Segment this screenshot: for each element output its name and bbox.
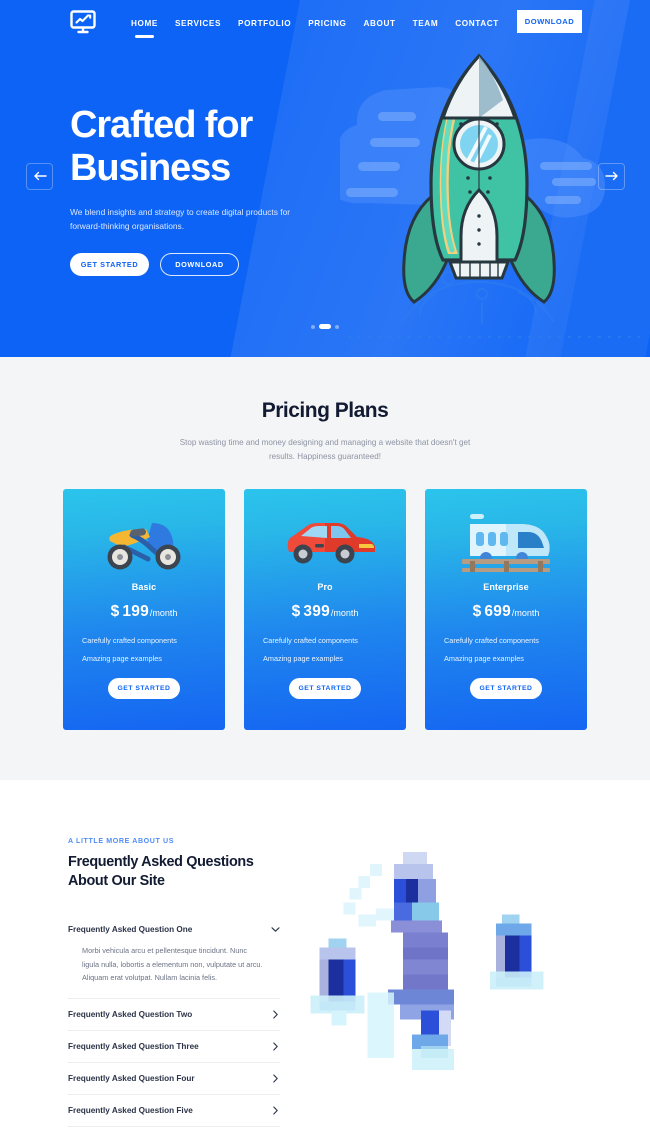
- faq-heading-line1: Frequently Asked Questions: [68, 854, 254, 870]
- plan-price: $ 699 /month: [473, 603, 540, 621]
- motorcycle-icon: [96, 510, 192, 576]
- hero-title-line2: Business: [70, 146, 231, 189]
- faq-heading: Frequently Asked Questions About Our Sit…: [68, 853, 280, 891]
- pricing-card-enterprise[interactable]: Enterprise $ 699 /month Carefully crafte…: [425, 488, 587, 730]
- slider-dots: [0, 324, 650, 329]
- hero-buttons: GET STARTED DOWNLOAD: [70, 252, 360, 276]
- plan-features: Carefully crafted components Amazing pag…: [63, 636, 225, 672]
- pricing-subtitle: Stop wasting time and money designing an…: [179, 438, 471, 461]
- nav-links: HOME SERVICES PORTFOLIO PRICING ABOUT TE…: [131, 19, 499, 38]
- plan-currency: $: [110, 602, 120, 620]
- slider-dot-2[interactable]: [319, 324, 331, 329]
- faq-question: Frequently Asked Question One: [68, 924, 193, 934]
- plan-feature: Carefully crafted components: [82, 635, 177, 645]
- chevron-right-icon[interactable]: [270, 1042, 280, 1052]
- pricing-cards: Basic $ 199 /month Carefully crafted com…: [0, 488, 650, 730]
- pricing-section: Pricing Plans Stop wasting time and mone…: [0, 357, 650, 780]
- plan-name: Pro: [317, 581, 333, 592]
- hero-section: HOME SERVICES PORTFOLIO PRICING ABOUT TE…: [0, 0, 650, 357]
- download-button[interactable]: DOWNLOAD: [160, 252, 239, 276]
- hero-title-line1: Crafted for: [70, 104, 253, 146]
- nav-link-contact[interactable]: CONTACT: [455, 19, 499, 30]
- plan-amount: 199: [122, 602, 149, 620]
- rocket-illustration: [325, 50, 650, 357]
- slider-dot-3[interactable]: [335, 324, 339, 329]
- faq-content: A LITTLE MORE ABOUT US Frequently Asked …: [68, 837, 280, 1127]
- plan-period: /month: [330, 607, 359, 618]
- faq-item-one: Frequently Asked Question One Morbi vehi…: [68, 913, 280, 999]
- faq-question: Frequently Asked Question Two: [68, 1010, 193, 1020]
- nav-link-pricing[interactable]: PRICING: [308, 19, 346, 30]
- plan-amount: 399: [303, 602, 330, 620]
- pricing-card-pro[interactable]: Pro $ 399 /month Carefully crafted compo…: [244, 488, 406, 730]
- pricing-card-basic[interactable]: Basic $ 199 /month Carefully crafted com…: [63, 488, 225, 730]
- nav-link-about[interactable]: ABOUT: [364, 19, 396, 30]
- faq-item-four: Frequently Asked Question Four: [68, 1063, 280, 1095]
- plan-currency: $: [291, 602, 301, 620]
- faq-question-row[interactable]: Frequently Asked Question One: [68, 913, 280, 944]
- hero-content: Crafted for Business We blend insights a…: [70, 104, 360, 276]
- faq-question-row[interactable]: Frequently Asked Question Five: [68, 1095, 280, 1126]
- faq-item-two: Frequently Asked Question Two: [68, 999, 280, 1031]
- arrow-right-icon: [604, 168, 619, 186]
- plan-features: Carefully crafted components Amazing pag…: [425, 636, 587, 672]
- faq-item-five: Frequently Asked Question Five: [68, 1095, 280, 1127]
- nav-link-home[interactable]: HOME: [131, 19, 158, 38]
- faq-question: Frequently Asked Question Three: [68, 1042, 199, 1052]
- chevron-right-icon[interactable]: [270, 1074, 280, 1084]
- slider-next-button[interactable]: [598, 163, 625, 190]
- plan-price: $ 399 /month: [292, 603, 359, 621]
- plan-feature: Amazing page examples: [263, 653, 343, 663]
- pricing-title: Pricing Plans: [261, 399, 389, 422]
- faq-question-row[interactable]: Frequently Asked Question Two: [68, 999, 280, 1030]
- arrow-left-icon: [33, 168, 47, 186]
- plan-feature: Amazing page examples: [444, 653, 524, 663]
- plan-feature: Amazing page examples: [82, 653, 162, 663]
- logo[interactable]: [68, 9, 98, 39]
- slider-prev-button[interactable]: [26, 163, 53, 190]
- faq-question-row[interactable]: Frequently Asked Question Four: [68, 1063, 280, 1094]
- hero-title: Crafted for Business: [70, 104, 360, 190]
- navbar: HOME SERVICES PORTFOLIO PRICING ABOUT TE…: [0, 0, 650, 48]
- plan-period: /month: [511, 607, 540, 618]
- hero-subtitle: We blend insights and strategy to create…: [70, 206, 291, 231]
- plan-feature: Carefully crafted components: [263, 635, 358, 645]
- nav-link-services[interactable]: SERVICES: [175, 19, 221, 30]
- chevron-right-icon[interactable]: [270, 1106, 280, 1116]
- faq-heading-line2: About Our Site: [68, 873, 165, 890]
- plan-feature: Carefully crafted components: [444, 635, 539, 645]
- chevron-down-icon[interactable]: [270, 924, 280, 934]
- nav-download-button[interactable]: DOWNLOAD: [517, 10, 582, 33]
- monitor-chart-icon: [70, 9, 96, 39]
- plan-name: Basic: [131, 581, 157, 592]
- plan-cta-button[interactable]: GET STARTED: [289, 677, 361, 699]
- slider-dot-1[interactable]: [311, 324, 315, 329]
- plan-cta-button[interactable]: GET STARTED: [470, 677, 542, 699]
- faq-answer: Morbi vehicula arcu et pellentesque tinc…: [82, 946, 263, 983]
- nav-link-portfolio[interactable]: PORTFOLIO: [238, 19, 291, 30]
- plan-amount: 699: [484, 602, 511, 620]
- plan-name: Enterprise: [483, 581, 529, 592]
- faq-question: Frequently Asked Question Four: [68, 1074, 195, 1084]
- nav-link-team[interactable]: TEAM: [413, 19, 439, 30]
- faq-question-row[interactable]: Frequently Asked Question Three: [68, 1031, 280, 1062]
- rockets-illustration: [292, 822, 592, 1112]
- faq-accordion: Frequently Asked Question One Morbi vehi…: [68, 913, 280, 1127]
- plan-price: $ 199 /month: [111, 603, 178, 621]
- plan-cta-button[interactable]: GET STARTED: [108, 677, 180, 699]
- car-icon: [275, 510, 375, 576]
- train-icon: [456, 510, 556, 576]
- landing-page: HOME SERVICES PORTFOLIO PRICING ABOUT TE…: [0, 0, 650, 1133]
- plan-period: /month: [149, 607, 178, 618]
- faq-item-three: Frequently Asked Question Three: [68, 1031, 280, 1063]
- faq-question: Frequently Asked Question Five: [68, 1106, 193, 1116]
- plan-currency: $: [472, 602, 482, 620]
- get-started-button[interactable]: GET STARTED: [70, 252, 149, 276]
- plan-features: Carefully crafted components Amazing pag…: [244, 636, 406, 672]
- chevron-right-icon[interactable]: [270, 1010, 280, 1020]
- faq-eyebrow: A LITTLE MORE ABOUT US: [68, 837, 175, 845]
